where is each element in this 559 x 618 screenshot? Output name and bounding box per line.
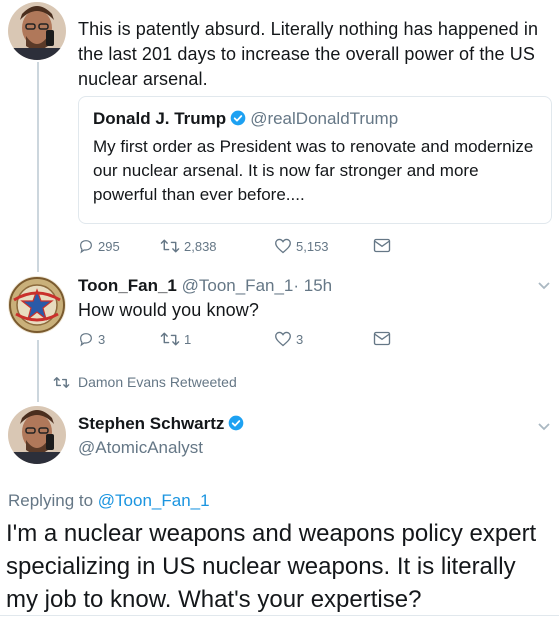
replying-to-prefix: Replying to xyxy=(8,491,94,510)
reply-tweet-header: Toon_Fan_1 @Toon_Fan_1· 15h xyxy=(78,276,332,296)
avatar-main[interactable] xyxy=(8,406,66,464)
main-author-name[interactable]: Stephen Schwartz xyxy=(78,414,248,434)
quoted-tweet-card[interactable]: Donald J. Trump @realDonaldTrump My first… xyxy=(78,96,552,224)
like-button[interactable]: 3 xyxy=(274,331,303,347)
chevron-down-icon[interactable] xyxy=(537,281,551,291)
thread-line-bottom xyxy=(37,340,39,402)
like-icon xyxy=(275,238,291,254)
reply-button[interactable]: 3 xyxy=(78,331,105,347)
retweeted-by-notice[interactable]: Damon Evans Retweeted xyxy=(78,374,237,390)
retweet-count: 2,838 xyxy=(184,238,217,254)
quoted-tweet-header: Donald J. Trump @realDonaldTrump xyxy=(93,109,398,129)
verified-icon xyxy=(230,110,246,126)
avatar-top[interactable] xyxy=(8,2,66,60)
message-icon xyxy=(373,238,391,253)
replying-to-mention[interactable]: @Toon_Fan_1 xyxy=(98,491,210,510)
retweet-icon xyxy=(160,239,180,253)
tweet-top-actions: 295 2,838 5,153 xyxy=(78,238,408,258)
message-button[interactable] xyxy=(373,238,395,253)
reply-tweet-actions: 3 1 3 xyxy=(78,331,408,351)
reply-count: 3 xyxy=(98,331,106,347)
reply-author-handle[interactable]: @Toon_Fan_1 xyxy=(182,276,294,295)
quoted-tweet-text: My first order as President was to renov… xyxy=(93,137,534,204)
divider xyxy=(0,615,559,616)
main-author-name-text: Stephen Schwartz xyxy=(78,414,225,433)
retweet-button[interactable]: 1 xyxy=(160,331,191,347)
quoted-author-name[interactable]: Donald J. Trump xyxy=(93,109,226,128)
retweet-icon xyxy=(53,377,70,388)
reply-icon xyxy=(80,240,92,254)
reply-timestamp[interactable]: · 15h xyxy=(293,276,332,295)
retweet-icon xyxy=(160,332,180,346)
avatar-toon-fan[interactable] xyxy=(8,276,66,334)
replying-to-line: Replying to @Toon_Fan_1 xyxy=(8,491,210,511)
like-count: 3 xyxy=(296,331,304,347)
like-icon xyxy=(275,331,291,347)
reply-icon xyxy=(80,333,92,347)
reply-tweet-text: How would you know? xyxy=(78,300,259,320)
like-count: 5,153 xyxy=(296,238,329,254)
like-button[interactable]: 5,153 xyxy=(274,238,329,254)
retweet-button[interactable]: 2,838 xyxy=(160,238,217,254)
verified-icon xyxy=(229,415,244,431)
chevron-down-icon[interactable] xyxy=(537,422,551,432)
retweet-count: 1 xyxy=(184,331,192,347)
reply-author-name[interactable]: Toon_Fan_1 xyxy=(78,276,177,295)
message-icon xyxy=(373,331,391,346)
main-author-handle[interactable]: @AtomicAnalyst xyxy=(78,438,203,458)
main-tweet-text: I'm a nuclear weapons and weapons policy… xyxy=(6,520,537,613)
reply-button[interactable]: 295 xyxy=(78,238,120,254)
tweet-top-text: This is patently absurd. Literally nothi… xyxy=(78,19,539,89)
message-button[interactable] xyxy=(373,331,395,346)
quoted-author-handle[interactable]: @realDonaldTrump xyxy=(250,109,398,128)
thread-line-top xyxy=(37,62,39,272)
reply-count: 295 xyxy=(98,238,120,254)
